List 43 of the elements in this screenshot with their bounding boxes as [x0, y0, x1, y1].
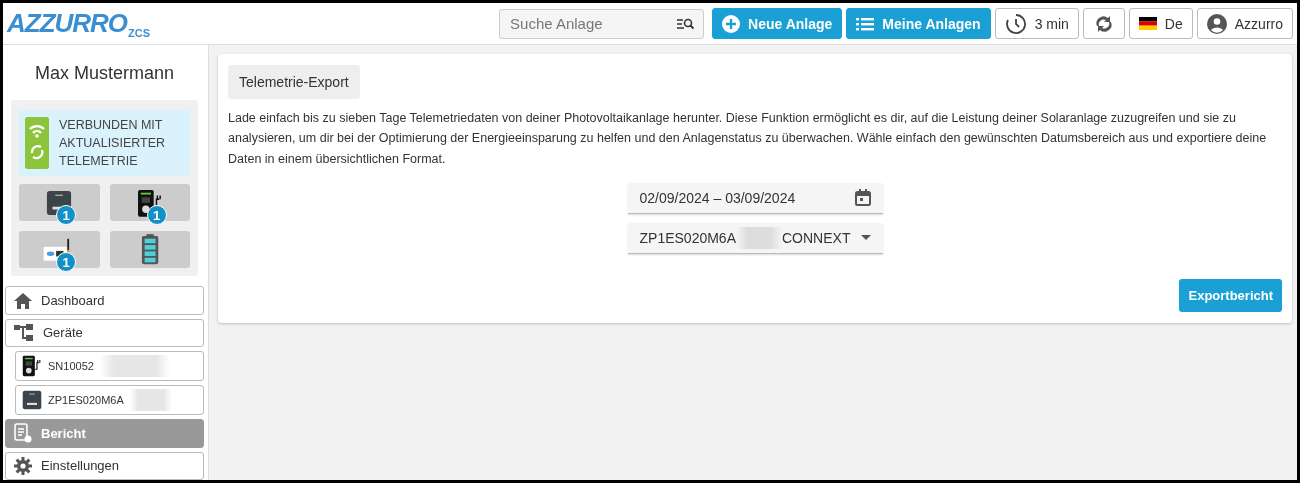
- nav-item[interactable]: Einstellungen: [5, 451, 204, 480]
- nav-item[interactable]: SN10052: [15, 351, 204, 382]
- logo-subtitle: ZCS: [128, 27, 151, 39]
- device-tile[interactable]: 1: [109, 184, 190, 222]
- header-button[interactable]: Azzurro: [1196, 8, 1293, 39]
- plus-icon: [722, 14, 741, 33]
- calendar-icon: [854, 189, 871, 207]
- connection-status-text: VERBUNDEN MIT AKTUALISIERTER TELEMETRIE: [59, 117, 167, 171]
- ev-charger-icon: [22, 355, 42, 378]
- report-icon: [14, 423, 32, 444]
- search-field[interactable]: Suche Anlage: [499, 8, 705, 39]
- germany-flag-icon: [1138, 17, 1157, 30]
- battery-icon: [140, 234, 159, 266]
- count-badge: 1: [146, 205, 167, 226]
- nav-item[interactable]: Dashboard: [5, 286, 204, 315]
- header-button[interactable]: 3 min: [994, 8, 1079, 39]
- inverter-icon: [22, 390, 42, 411]
- device-tile[interactable]: 1: [19, 231, 100, 269]
- refresh-button[interactable]: [1082, 8, 1125, 39]
- wifi-sync-icon: [25, 117, 49, 170]
- date-range-field[interactable]: 02/09/2024 – 03/09/2024: [627, 182, 883, 214]
- nav-item[interactable]: Geräte: [5, 318, 204, 348]
- redaction-blur: [736, 226, 782, 249]
- device-tile[interactable]: [109, 231, 190, 269]
- count-badge: 1: [56, 252, 76, 273]
- search-field[interactable]: Suche Anlage: [508, 14, 678, 33]
- list-icon: [856, 16, 875, 31]
- nav-item[interactable]: ZP1ES020M6A: [15, 385, 204, 416]
- description-text: Lade einfach bis zu sieben Tage Telemetriedaten von deiner Photovoltaikanlage herunter. Diese Funktion ermöglicht es dir, auf die Leistung deiner Solaranlage zuzugreifen und sie zu analysieren, um dir bei der Optimierung der Energieeinsparung zu helfen und den Anlagenstatus zu überwachen. Wähle einfach den gewünschten Datumsbereich aus und exportiere deine Daten in einem übersichtlichen Format.: [228, 110, 1268, 168]
- timer-icon: [1004, 12, 1027, 35]
- hierarchy-icon: [14, 323, 34, 342]
- dropdown-caret-icon: [860, 235, 871, 241]
- settings-icon: [14, 456, 32, 475]
- user-name: Max Mustermann: [33, 62, 175, 85]
- home-icon: [14, 292, 32, 309]
- user-avatar-icon: [1206, 13, 1227, 34]
- search-icon: [677, 17, 696, 30]
- count-badge: 1: [56, 205, 76, 226]
- device-select[interactable]: ZP1ES020M6A CONNEXT: [627, 222, 883, 254]
- header-button[interactable]: De: [1128, 8, 1193, 39]
- device-tile[interactable]: 1: [19, 184, 100, 222]
- logo: AZZURRO: [7, 8, 128, 39]
- card-title: Telemetrie-Export: [228, 65, 360, 99]
